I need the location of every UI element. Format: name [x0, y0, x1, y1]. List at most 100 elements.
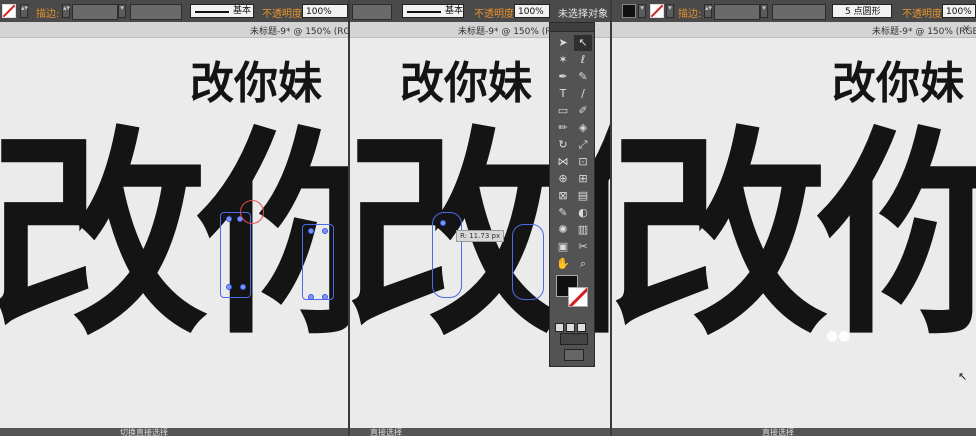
document-window-3: ▾ ▾ 描边: ▴▾ ▾ 5 点圆形 不透明度: 100% 未标题-9* @ 1…: [612, 0, 976, 436]
perspective-grid-tool-icon[interactable]: ⊞: [574, 171, 592, 187]
stroke-none-swatch[interactable]: [650, 4, 664, 18]
blend-tool-icon[interactable]: ◐: [574, 205, 592, 221]
curvature-tool-icon[interactable]: ✎: [574, 69, 592, 85]
color-mode-buttons[interactable]: [555, 317, 591, 332]
stroke-weight-stepper[interactable]: ▴▾: [62, 4, 70, 18]
stroke-weight-stepper[interactable]: ▴▾: [704, 4, 712, 18]
fill-stroke-widget[interactable]: [556, 275, 590, 309]
artboard[interactable]: 改你妹 改你 ●● ↖: [612, 38, 976, 428]
artboard-tool-icon[interactable]: ▣: [554, 239, 572, 255]
symbol-sprayer-tool-icon[interactable]: ✺: [554, 222, 572, 238]
paintbrush-tool-icon[interactable]: ✐: [574, 103, 592, 119]
zoom-tool-icon[interactable]: ⌕: [574, 256, 592, 272]
document-tab-title: 未标题-9* @ 150% (RGB/...: [250, 27, 348, 37]
big-text[interactable]: 改你: [0, 126, 348, 346]
stroke-weight-field[interactable]: [72, 4, 118, 20]
status-tool-hint: 切换直接选择: [120, 428, 168, 436]
tool-row: T ∕: [550, 86, 596, 102]
selected-path[interactable]: [302, 224, 334, 300]
document-tab[interactable]: 未标题-9* @ 150% (RGB/... ×: [612, 22, 976, 38]
anchor-point[interactable]: [308, 294, 314, 300]
opacity-label: 不透明度:: [902, 9, 946, 20]
gradient-mode-icon[interactable]: [566, 323, 575, 332]
tools-panel-header[interactable]: [550, 23, 594, 32]
opacity-field[interactable]: 100%: [514, 4, 550, 18]
opacity-field[interactable]: 100%: [302, 4, 348, 18]
tool-row: ⊕ ⊞: [550, 171, 596, 187]
opacity-label: 不透明度:: [262, 9, 306, 20]
anchor-point[interactable]: [308, 228, 314, 234]
watermark-paw-icon: ●●: [826, 328, 851, 344]
brush-style-label: 基本: [233, 6, 252, 16]
opacity-field[interactable]: 100%: [942, 4, 976, 18]
big-text[interactable]: 改你: [612, 126, 976, 346]
corner-widget[interactable]: [240, 200, 264, 224]
column-graph-tool-icon[interactable]: ▥: [574, 222, 592, 238]
stroke-dropdown[interactable]: ▾: [666, 4, 674, 18]
tools-panel[interactable]: ➤ ↖ ✶ ℓ ✒ ✎ T ∕ ▭ ✐ ✏ ◈ ↻ ⤢ ⋈ ⊡ ⊕ ⊞ ⊠ ▤ ✎ ◐ ✺ ▥ ▣ ✂ ✋ ⌕: [549, 22, 595, 367]
mesh-tool-icon[interactable]: ⊠: [554, 188, 572, 204]
anchor-point[interactable]: [322, 294, 328, 300]
heading-text[interactable]: 改你妹: [832, 62, 964, 106]
none-mode-icon[interactable]: [577, 323, 586, 332]
eraser-tool-icon[interactable]: ◈: [574, 120, 592, 136]
stroke-weight-field[interactable]: [714, 4, 760, 20]
swatch-dropdown[interactable]: ▴▾: [20, 4, 28, 18]
stroke-weight-dropdown[interactable]: ▾: [760, 4, 768, 18]
document-tab-title: 未标题-9* @ 150% (RGB/...: [872, 27, 976, 37]
anchor-point[interactable]: [322, 228, 328, 234]
anchor-point[interactable]: [226, 284, 232, 290]
anchor-point[interactable]: [226, 216, 232, 222]
brush-definition[interactable]: 基本: [190, 4, 254, 18]
gradient-tool-icon[interactable]: ▤: [574, 188, 592, 204]
opacity-label: 不透明度:: [474, 9, 518, 20]
heading-text[interactable]: 改你妹: [190, 62, 322, 106]
pencil-tool-icon[interactable]: ✏: [554, 120, 572, 136]
tool-row: ⊠ ▤: [550, 188, 596, 204]
rectangle-tool-icon[interactable]: ▭: [554, 103, 572, 119]
fill-dropdown[interactable]: ▾: [638, 4, 646, 18]
slice-tool-icon[interactable]: ✂: [574, 239, 592, 255]
shape-builder-tool-icon[interactable]: ⊕: [554, 171, 572, 187]
anchor-point[interactable]: [440, 220, 446, 226]
selected-path[interactable]: [432, 212, 462, 298]
scale-tool-icon[interactable]: ⤢: [574, 137, 592, 153]
free-transform-tool-icon[interactable]: ⊡: [574, 154, 592, 170]
type-tool-icon[interactable]: T: [554, 86, 572, 102]
pen-tool-icon[interactable]: ✒: [554, 69, 572, 85]
fill-swatch[interactable]: [622, 4, 636, 18]
screen-mode-button[interactable]: [564, 349, 584, 361]
brush-definition[interactable]: 5 点圆形: [832, 4, 892, 18]
stroke-weight-field[interactable]: [352, 4, 392, 20]
no-selection-label: 未选择对象: [558, 9, 608, 20]
tool-row: ✺ ▥: [550, 222, 596, 238]
selected-path[interactable]: [220, 212, 251, 298]
draw-mode-buttons[interactable]: [560, 333, 588, 345]
rotate-tool-icon[interactable]: ↻: [554, 137, 572, 153]
stroke-none-swatch[interactable]: [2, 4, 16, 18]
width-tool-icon[interactable]: ⋈: [554, 154, 572, 170]
hand-tool-icon[interactable]: ✋: [554, 256, 572, 272]
magic-wand-tool-icon[interactable]: ✶: [554, 52, 572, 68]
tool-row: ↻ ⤢: [550, 137, 596, 153]
variable-width-profile[interactable]: [130, 4, 182, 20]
eyedropper-tool-icon[interactable]: ✎: [554, 205, 572, 221]
selection-tool-icon[interactable]: ➤: [554, 35, 572, 51]
close-tab-icon[interactable]: ×: [962, 23, 970, 34]
control-bar: 基本 不透明度: 100% 未选择对象: [350, 0, 612, 23]
variable-width-profile[interactable]: [772, 4, 826, 20]
tool-row: ▭ ✐: [550, 103, 596, 119]
line-segment-tool-icon[interactable]: ∕: [574, 86, 592, 102]
stroke-weight-dropdown[interactable]: ▾: [118, 4, 126, 18]
selected-path[interactable]: [512, 224, 544, 300]
lasso-tool-icon[interactable]: ℓ: [574, 52, 592, 68]
artboard[interactable]: 改你妹 改你: [0, 38, 348, 428]
anchor-point[interactable]: [240, 284, 246, 290]
direct-selection-tool-icon[interactable]: ↖: [574, 35, 592, 51]
heading-text[interactable]: 改你妹: [400, 62, 532, 106]
brush-definition[interactable]: 基本: [402, 4, 464, 18]
document-tab[interactable]: 未标题-9* @ 150% (RGB/...: [0, 22, 348, 38]
stroke-color-swatch[interactable]: [568, 287, 588, 307]
color-mode-icon[interactable]: [555, 323, 564, 332]
stroke-label: 描边:: [678, 9, 702, 20]
